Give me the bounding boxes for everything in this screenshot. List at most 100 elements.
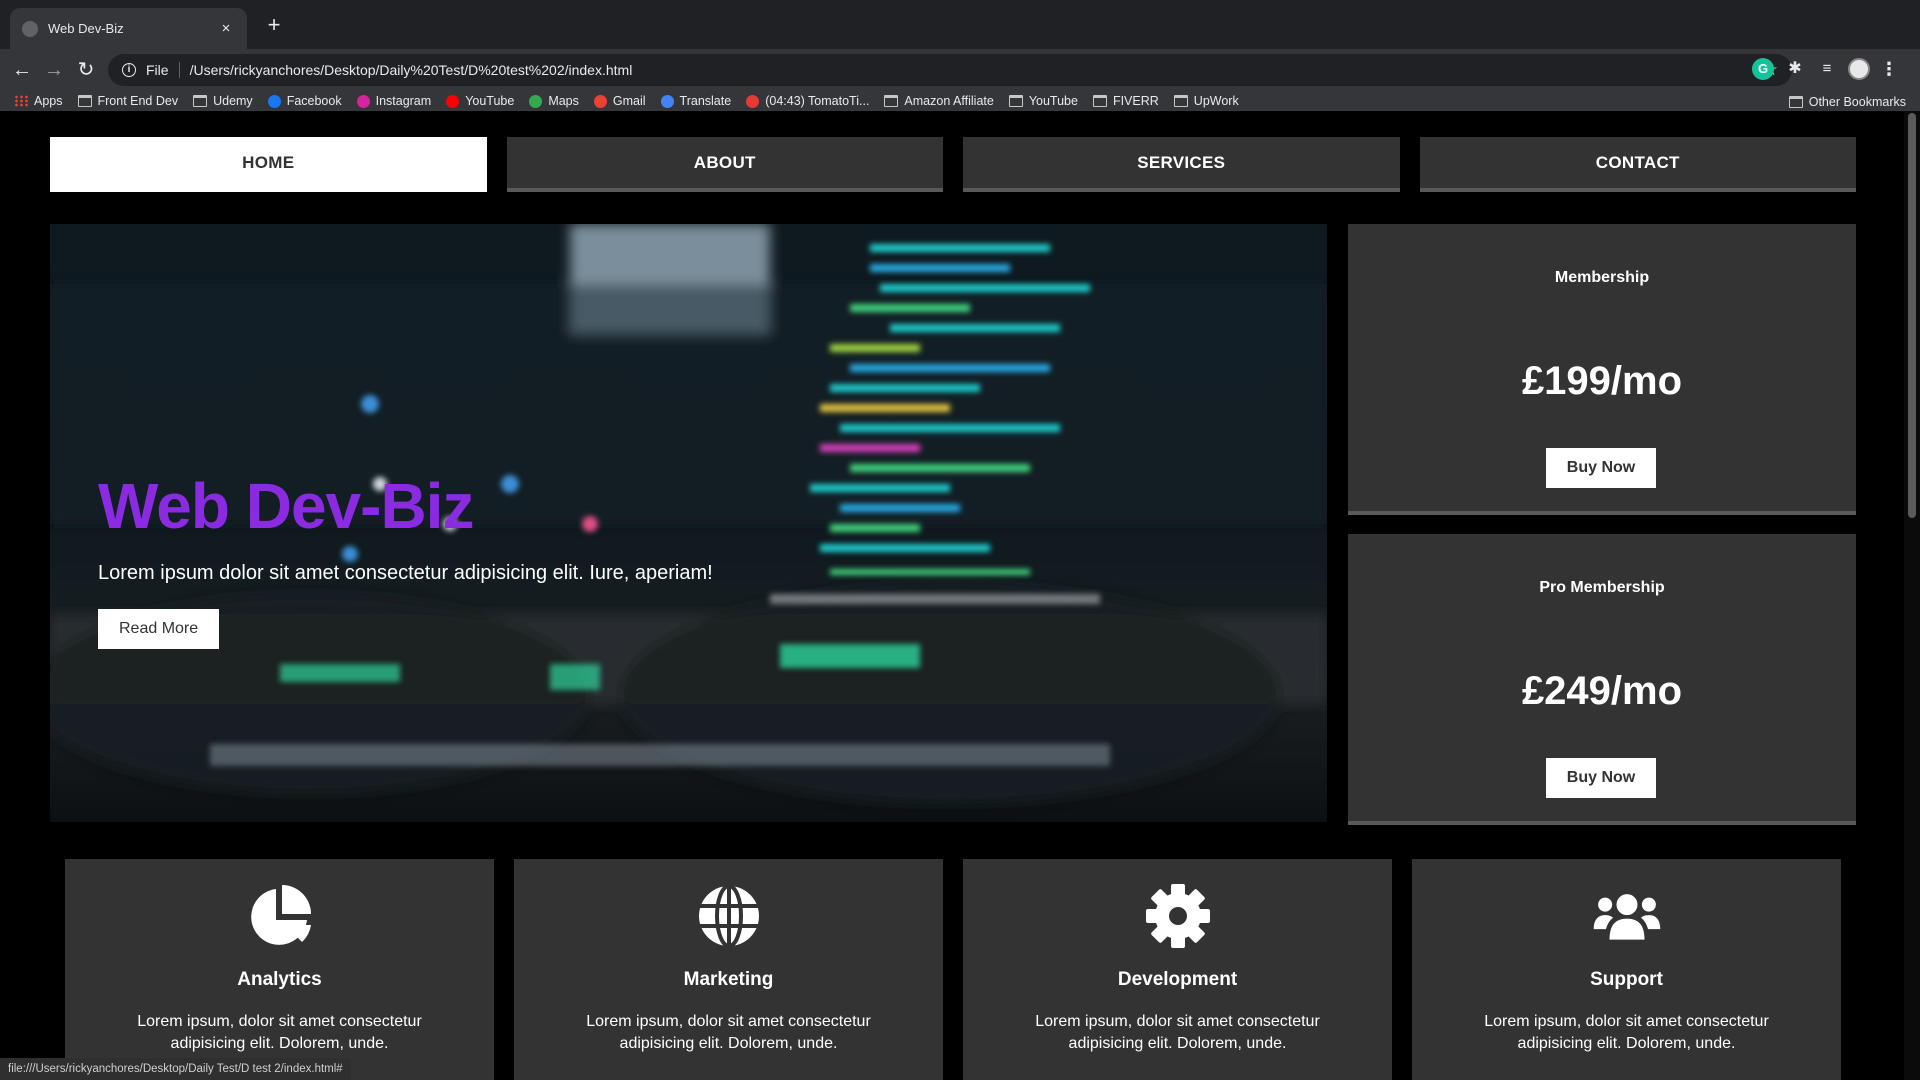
tomato-icon <box>746 94 760 108</box>
url-divider <box>178 62 180 78</box>
other-bookmarks[interactable]: Other Bookmarks <box>1788 95 1906 109</box>
instagram-icon <box>356 94 370 108</box>
bookmark-label: Facebook <box>286 94 342 108</box>
hero-text: Lorem ipsum dolor sit amet consectetur a… <box>98 562 713 584</box>
feature-text: Lorem ipsum, dolor sit amet consectetur … <box>137 1013 422 1052</box>
bookmark-5[interactable]: YouTube <box>446 94 514 108</box>
url-scheme-label: File <box>146 62 169 78</box>
folder-icon <box>1092 95 1107 107</box>
bookmark-7[interactable]: Gmail <box>593 94 646 108</box>
back-arrow-icon[interactable]: ← <box>10 58 34 82</box>
hero-title: Web Dev-Biz <box>98 470 474 542</box>
plan-price: £249/mo <box>1521 669 1683 713</box>
info-icon[interactable]: i <box>122 63 136 77</box>
bookmark-3[interactable]: Facebook <box>267 94 342 108</box>
folder-icon <box>1788 96 1803 108</box>
gear-icon <box>1145 884 1210 948</box>
tab-close-icon[interactable]: × <box>217 20 235 37</box>
bookmark-label: Instagram <box>375 94 432 108</box>
bookmarks-bar: Apps Front End Dev Udemy Facebook Instagram Y… <box>0 91 1920 111</box>
nav-contact[interactable]: CONTACT <box>1419 137 1856 192</box>
buy-now-button[interactable]: Buy Now <box>1546 758 1656 798</box>
bookmark-label: (04:43) TomatoTi... <box>765 94 870 108</box>
bookmark-9[interactable]: (04:43) TomatoTi... <box>746 94 869 108</box>
feature-text: Lorem ipsum, dolor sit amet consectetur … <box>586 1013 871 1052</box>
browser-toolbar: ← → ↻ i File /Users/rickyanchores/Deskto… <box>0 49 1920 91</box>
bookmark-12[interactable]: FIVERR <box>1092 94 1159 108</box>
address-bar[interactable]: i File /Users/rickyanchores/Desktop/Dail… <box>108 54 1792 86</box>
gmail-icon <box>593 94 607 108</box>
folder-icon <box>1008 95 1023 107</box>
reload-icon[interactable]: ↻ <box>74 58 98 82</box>
bookmark-label: YouTube <box>465 94 515 108</box>
kebab-menu-icon[interactable]: ⋮ <box>1880 58 1898 80</box>
page-viewport: HOME ABOUT SERVICES CONTACT Web Dev-Biz … <box>0 111 1904 1080</box>
nav-services[interactable]: SERVICES <box>963 137 1400 192</box>
bookmark-label: Apps <box>34 94 63 108</box>
plan-name: Membership <box>1554 269 1650 286</box>
feature-card-support: Support Lorem ipsum, dolor sit amet cons… <box>1412 859 1841 1080</box>
bookmark-1[interactable]: Front End Dev <box>77 94 179 108</box>
page-scrollbar[interactable] <box>1904 111 1920 1080</box>
feature-text: Lorem ipsum, dolor sit amet consectetur … <box>1035 1013 1320 1052</box>
nav-about[interactable]: ABOUT <box>506 137 943 192</box>
feature-card-development: Development Lorem ipsum, dolor sit amet … <box>963 859 1392 1080</box>
feature-card-marketing: Marketing Lorem ipsum, dolor sit amet co… <box>514 859 943 1080</box>
feature-title: Development <box>1117 969 1238 990</box>
media-queue-icon[interactable]: ≡ <box>1816 58 1838 80</box>
scrollbar-thumb[interactable] <box>1908 113 1916 518</box>
bookmark-6[interactable]: Maps <box>529 94 579 108</box>
pie-chart-icon <box>250 885 311 945</box>
maps-icon <box>529 94 543 108</box>
status-bar-url: file:///Users/rickyanchores/Desktop/Dail… <box>0 1058 351 1080</box>
feature-title: Support <box>1590 969 1663 990</box>
translate-icon <box>660 94 674 108</box>
bookmark-label: YouTube <box>1028 94 1078 108</box>
feature-card-analytics: Analytics Lorem ipsum, dolor sit amet co… <box>65 859 494 1080</box>
bookmark-label: Front End Dev <box>97 94 179 108</box>
forward-arrow-icon[interactable]: → <box>42 58 66 82</box>
folder-icon <box>1173 95 1188 107</box>
nav-home[interactable]: HOME <box>50 137 487 192</box>
browser-tab[interactable]: Web Dev-Biz × <box>10 8 247 49</box>
main-nav: HOME ABOUT SERVICES CONTACT <box>50 137 1856 192</box>
read-more-button[interactable]: Read More <box>98 609 220 649</box>
users-icon <box>1593 894 1660 940</box>
bookmark-8[interactable]: Translate <box>660 94 732 108</box>
profile-avatar-icon[interactable] <box>1848 58 1870 80</box>
bookmark-label: Translate <box>679 94 732 108</box>
plan-name: Pro Membership <box>1539 579 1665 596</box>
youtube-icon <box>446 94 460 108</box>
tab-title: Web Dev-Biz <box>48 21 124 36</box>
other-bookmarks-label: Other Bookmarks <box>1808 95 1906 109</box>
bookmark-label: Maps <box>548 94 579 108</box>
bookmark-label: FIVERR <box>1112 94 1159 108</box>
hero-banner: Web Dev-Biz Lorem ipsum dolor sit amet c… <box>50 224 1327 822</box>
url-text[interactable]: /Users/rickyanchores/Desktop/Daily%20Tes… <box>190 62 1763 78</box>
globe-icon <box>698 884 759 948</box>
bookmark-label: UpWork <box>1193 94 1239 108</box>
pricing-card-membership: Membership £199/mo Buy Now <box>1348 224 1856 515</box>
facebook-icon <box>267 94 281 108</box>
plan-price: £199/mo <box>1521 359 1683 403</box>
tab-strip: Web Dev-Biz × + <box>0 0 1920 49</box>
extensions-puzzle-icon[interactable]: ✱ <box>1784 58 1806 80</box>
bookmark-2[interactable]: Udemy <box>193 94 253 108</box>
folder-icon <box>884 95 899 107</box>
bookmark-0[interactable]: Apps <box>14 94 63 108</box>
bookmark-10[interactable]: Amazon Affiliate <box>884 94 994 108</box>
pricing-card-pro-membership: Pro Membership £249/mo Buy Now <box>1348 534 1856 825</box>
folder-icon <box>193 95 208 107</box>
bookmark-11[interactable]: YouTube <box>1008 94 1078 108</box>
bookmark-label: Udemy <box>213 94 253 108</box>
new-tab-button[interactable]: + <box>260 12 288 38</box>
feature-text: Lorem ipsum, dolor sit amet consectetur … <box>1484 1013 1769 1052</box>
grammarly-icon[interactable]: G <box>1752 58 1774 80</box>
hero-content: Web Dev-Biz Lorem ipsum dolor sit amet c… <box>98 474 713 649</box>
bookmark-13[interactable]: UpWork <box>1173 94 1239 108</box>
apps-grid-icon <box>14 95 28 107</box>
bookmark-label: Amazon Affiliate <box>904 94 994 108</box>
extension-area: G ✱ ≡ ⋮ <box>1752 58 1898 80</box>
buy-now-button[interactable]: Buy Now <box>1546 448 1656 488</box>
bookmark-4[interactable]: Instagram <box>356 94 432 108</box>
